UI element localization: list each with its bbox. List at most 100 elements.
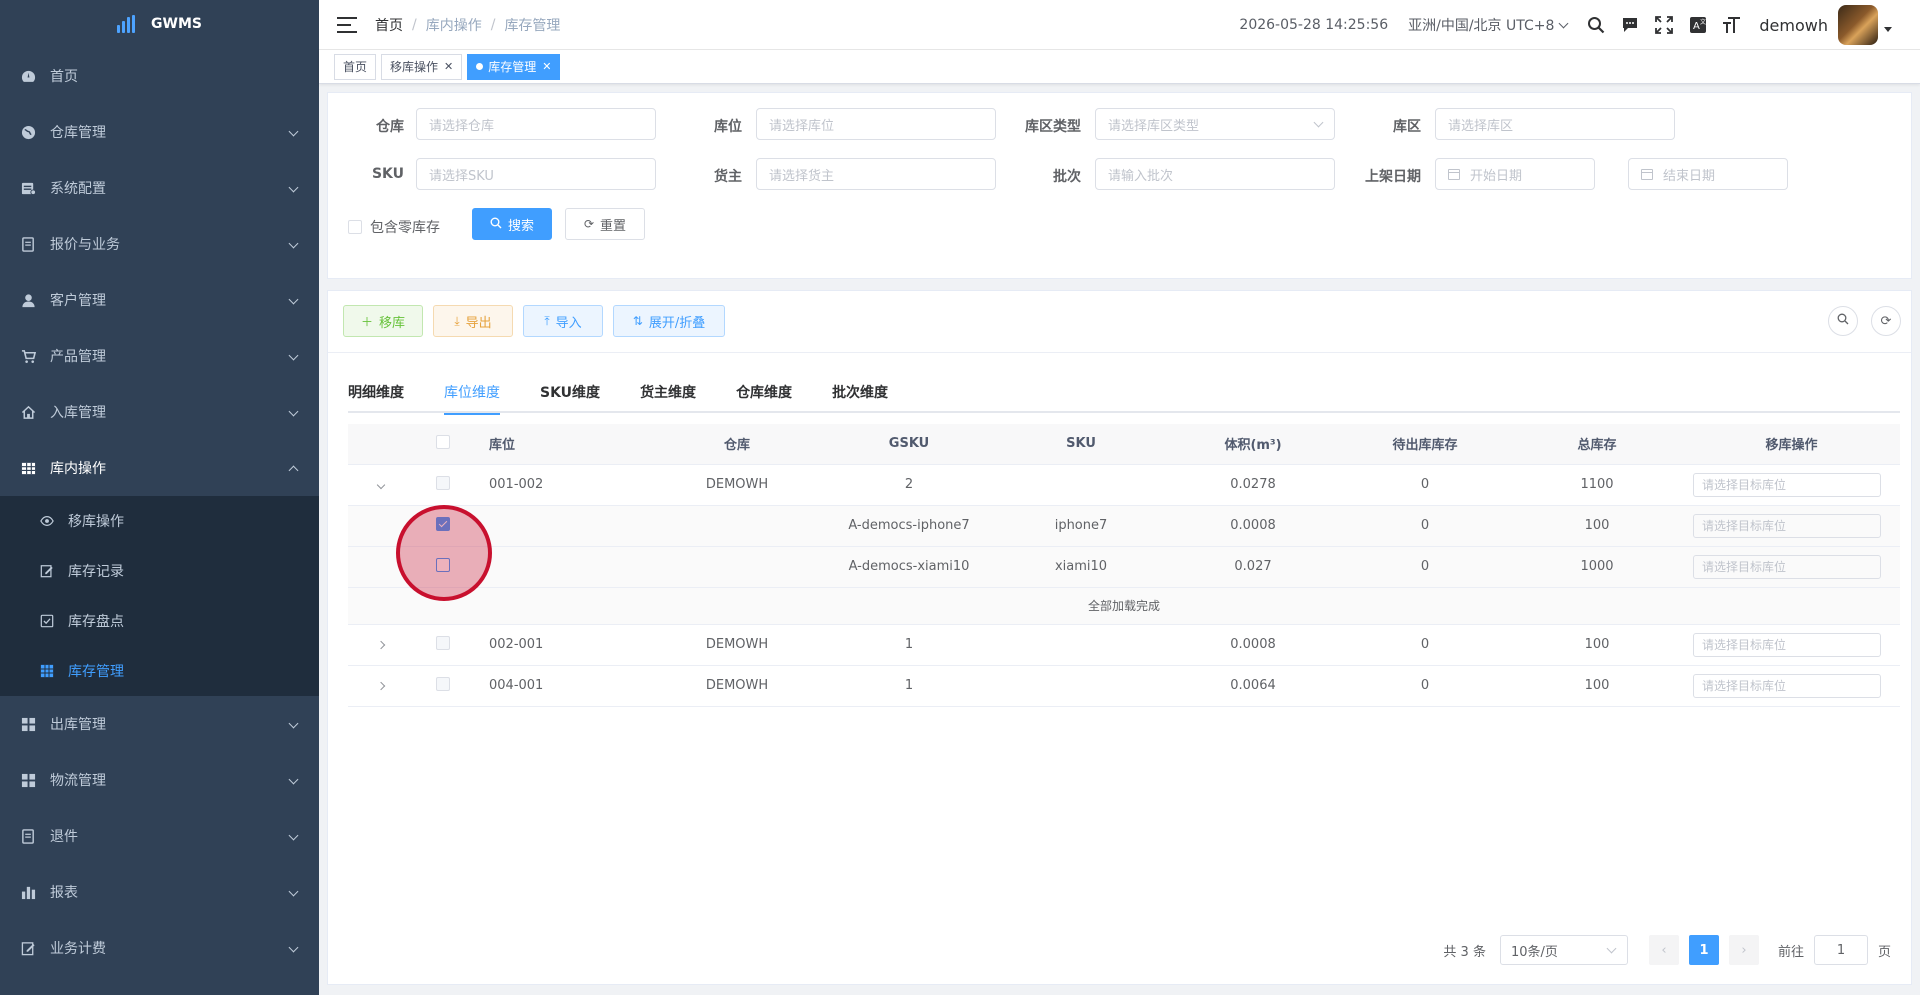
app-logo[interactable]: GWMS	[0, 0, 319, 48]
avatar[interactable]	[1838, 5, 1878, 45]
target-location-select[interactable]: 请选择目标库位	[1693, 513, 1881, 538]
caret-down-icon[interactable]	[1884, 26, 1892, 32]
tab-location[interactable]: 库位维度	[424, 371, 520, 415]
select-all-checkbox[interactable]	[436, 434, 450, 449]
cell-volume: 0.0008	[1167, 505, 1339, 547]
sidebar-item-system-config[interactable]: 系统配置	[0, 160, 319, 216]
row-select	[413, 665, 473, 707]
tab-detail[interactable]: 明细维度	[348, 371, 424, 413]
refresh-button[interactable]: ⟳	[1871, 306, 1901, 336]
expand-toggle[interactable]	[348, 624, 413, 666]
sidebar-item-returns[interactable]: 退件	[0, 808, 319, 864]
sidebar-item-in-warehouse-ops[interactable]: 库内操作	[0, 440, 319, 496]
fullscreen-icon[interactable]	[1653, 14, 1675, 36]
sidebar-item-inbound[interactable]: 入库管理	[0, 384, 319, 440]
zone-type-select[interactable]: 请选择库区类型	[1095, 108, 1335, 140]
sidebar-item-outbound[interactable]: 出库管理	[0, 696, 319, 752]
tab-owner[interactable]: 货主维度	[620, 371, 716, 413]
globe-icon	[20, 124, 36, 140]
row-checkbox[interactable]	[436, 676, 450, 691]
sidebar-item-product[interactable]: 产品管理	[0, 328, 319, 384]
checkbox[interactable]	[348, 220, 362, 234]
tag-home[interactable]: 首页	[334, 53, 377, 80]
row-checkbox[interactable]	[436, 475, 450, 490]
expand-toggle[interactable]	[348, 464, 413, 506]
batch-input[interactable]: 请输入批次	[1095, 158, 1335, 190]
config-icon	[20, 180, 36, 196]
cell-total: 1000	[1511, 546, 1683, 588]
close-icon[interactable]: ✕	[444, 60, 453, 73]
location-select[interactable]: 请选择库位	[756, 108, 996, 140]
expand-collapse-button[interactable]: ⇅ 展开/折叠	[613, 305, 725, 337]
sidebar-subitem-inventory[interactable]: 库存管理	[0, 646, 319, 696]
page-size-select[interactable]: 10条/页	[1499, 935, 1628, 965]
target-location-select[interactable]: 请选择目标库位	[1693, 632, 1881, 657]
search-icon[interactable]	[1585, 14, 1607, 36]
sidebar-item-warehouse[interactable]: 仓库管理	[0, 104, 319, 160]
zone-select[interactable]: 请选择库区	[1435, 108, 1675, 140]
cell-warehouse: DEMOWH	[651, 464, 823, 506]
timezone-select[interactable]: 亚洲/中国/北京 UTC+8	[1408, 15, 1569, 35]
sidebar-item-quote[interactable]: 报价与业务	[0, 216, 319, 272]
import-button[interactable]: ⤒ 导入	[523, 305, 603, 337]
table-panel: ＋ 移库 ⤓ 导出 ⤒ 导入 ⇅ 展开/折叠 ⟳ 明细维度 库位维度 SKU维度 货主维…	[327, 290, 1912, 985]
sidebar-subitem-records[interactable]: 库存记录	[0, 546, 319, 596]
active-dot-icon	[476, 63, 484, 70]
sku-select[interactable]: 请选择SKU	[416, 158, 656, 190]
placeholder: 请选择库位	[769, 118, 835, 134]
sidebar-item-label: 报价与业务	[50, 237, 120, 253]
reset-button[interactable]: ⟳ 重置	[565, 208, 645, 240]
next-page-button[interactable]: ›	[1728, 935, 1759, 965]
move-button[interactable]: ＋ 移库	[343, 305, 423, 337]
font-size-icon[interactable]	[1721, 14, 1743, 36]
target-location-select[interactable]: 请选择目标库位	[1693, 673, 1881, 698]
sidebar-item-customer[interactable]: 客户管理	[0, 272, 319, 328]
language-icon[interactable]: A文	[1687, 14, 1709, 36]
toggle-search-button[interactable]	[1828, 306, 1858, 336]
sidebar-subitem-stocktake[interactable]: 库存盘点	[0, 596, 319, 646]
cell-gsku: A-democs-iphone7	[823, 505, 995, 547]
column-header: 库位	[473, 424, 651, 465]
cell-pending: 0	[1339, 665, 1511, 707]
expand-toggle[interactable]	[348, 665, 413, 707]
tag-inventory[interactable]: 库存管理 ✕	[467, 53, 561, 80]
chevron-down-icon	[288, 942, 299, 953]
sidebar-item-billing[interactable]: 业务计费	[0, 920, 319, 976]
row-checkbox[interactable]	[436, 635, 450, 650]
cell-volume: 0.0008	[1167, 624, 1339, 666]
owner-select[interactable]: 请选择货主	[756, 158, 996, 190]
sidebar-item-label: 出库管理	[50, 717, 106, 733]
include-zero-checkbox[interactable]: 包含零库存	[348, 217, 440, 237]
sidebar-item-home[interactable]: 首页	[0, 48, 319, 104]
sidebar-subitem-move[interactable]: 移库操作	[0, 496, 319, 546]
sort-icon: ⇅	[632, 314, 643, 328]
tab-batch[interactable]: 批次维度	[812, 371, 908, 413]
start-date-picker[interactable]: 开始日期	[1435, 158, 1595, 190]
target-location-select[interactable]: 请选择目标库位	[1693, 472, 1881, 497]
row-checkbox[interactable]	[436, 557, 450, 572]
checkbox-icon	[40, 614, 54, 628]
app-name: GWMS	[151, 16, 202, 32]
message-icon[interactable]	[1619, 14, 1641, 36]
sidebar-item-reports[interactable]: 报表	[0, 864, 319, 920]
search-button[interactable]: 搜索	[472, 208, 552, 240]
column-header: 总库存	[1511, 424, 1683, 465]
row-checkbox-checked[interactable]	[436, 516, 450, 531]
tab-sku[interactable]: SKU维度	[520, 371, 620, 413]
warehouse-select[interactable]: 请选择仓库	[416, 108, 656, 140]
sidebar-item-label: 报表	[50, 885, 78, 901]
plus-icon: ＋	[360, 314, 373, 329]
sidebar-item-logistics[interactable]: 物流管理	[0, 752, 319, 808]
tag-move[interactable]: 移库操作 ✕	[381, 53, 463, 80]
goto-page-input[interactable]: 1	[1813, 935, 1868, 965]
target-location-select[interactable]: 请选择目标库位	[1693, 554, 1881, 579]
end-date-picker[interactable]: 结束日期	[1628, 158, 1788, 190]
username[interactable]: demowh	[1759, 16, 1828, 35]
tab-warehouse[interactable]: 仓库维度	[716, 371, 812, 413]
prev-page-button[interactable]: ‹	[1648, 935, 1679, 965]
export-button[interactable]: ⤓ 导出	[433, 305, 513, 337]
page-number-button[interactable]: 1	[1688, 935, 1719, 965]
close-icon[interactable]: ✕	[542, 60, 551, 73]
hamburger-icon[interactable]	[337, 16, 357, 33]
breadcrumb-item-home[interactable]: 首页	[375, 15, 403, 35]
